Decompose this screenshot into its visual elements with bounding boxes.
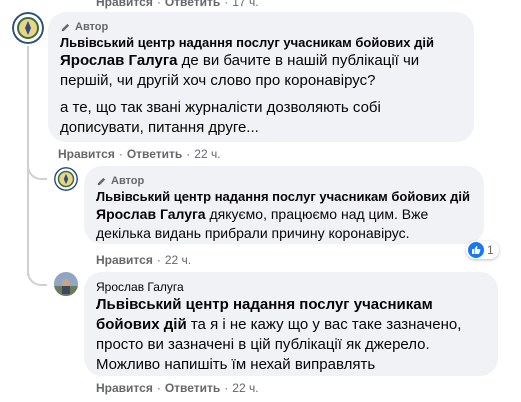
- comment-text: Ярослав Галуга де ви бачите в нашій публ…: [60, 52, 420, 89]
- user-avatar[interactable]: [54, 272, 78, 296]
- comment-author[interactable]: Львівський центр надання послуг учасника…: [96, 188, 472, 205]
- reply-bubble: Автор Львівський центр надання послуг уч…: [84, 166, 484, 244]
- like-button[interactable]: Нравится: [96, 252, 153, 268]
- reaction-count[interactable]: 1: [466, 241, 499, 259]
- separator: ·: [186, 147, 191, 161]
- comment-author[interactable]: Ярослав Галуга: [96, 280, 486, 295]
- thread-connector: [27, 266, 47, 286]
- separator: ·: [224, 381, 229, 395]
- thread-connector: [27, 160, 47, 180]
- page-avatar[interactable]: [12, 12, 44, 44]
- timestamp[interactable]: 22 ч.: [232, 380, 258, 396]
- separator: ·: [118, 147, 123, 161]
- comment-text-para2: а те, що так звані журналісти дозволяють…: [60, 99, 381, 136]
- author-badge: Автор: [60, 20, 462, 34]
- pencil-icon: [61, 23, 70, 31]
- like-button[interactable]: Нравится: [58, 146, 115, 162]
- page-logo-icon: [12, 12, 44, 44]
- comment-text: Львівський центр надання послуг учасника…: [96, 296, 462, 373]
- reply-button[interactable]: Ответить: [165, 0, 220, 10]
- top-partial-actions: Нравится · Ответить · 17 ч.: [96, 0, 259, 10]
- separator: ·: [156, 253, 161, 267]
- separator: ·: [156, 0, 161, 9]
- reply-button[interactable]: Ответить: [127, 146, 182, 162]
- reply-button[interactable]: Ответить: [165, 380, 220, 396]
- comment-bubble: Автор Львівський центр надання послуг уч…: [48, 12, 474, 142]
- reply-bubble: Ярослав Галуга Львівський центр надання …: [84, 272, 498, 376]
- like-reaction-icon: [468, 242, 484, 258]
- pencil-icon: [97, 177, 106, 185]
- separator: ·: [156, 381, 161, 395]
- comment-actions: Нравится · Ответить · 22 ч.: [96, 380, 259, 396]
- timestamp[interactable]: 22 ч.: [165, 252, 191, 268]
- timestamp[interactable]: 17 ч.: [232, 0, 258, 10]
- comment-actions: Нравится · 22 ч.: [96, 252, 191, 268]
- user-photo-icon: [54, 272, 78, 296]
- comment-text: Ярослав Галуга дякуємо, працюємо над цим…: [96, 206, 429, 241]
- page-logo-icon: [54, 167, 78, 191]
- timestamp[interactable]: 22 ч.: [194, 146, 220, 162]
- like-button[interactable]: Нравится: [96, 0, 153, 10]
- page-avatar[interactable]: [54, 167, 78, 191]
- author-badge: Автор: [96, 174, 472, 188]
- separator: ·: [224, 0, 229, 9]
- comment-author[interactable]: Львівський центр надання послуг учасника…: [60, 34, 462, 51]
- mention-link[interactable]: Ярослав Галуга: [96, 206, 206, 222]
- comment-actions: Нравится · Ответить · 22 ч.: [58, 146, 221, 162]
- mention-link[interactable]: Ярослав Галуга: [60, 52, 177, 69]
- like-button[interactable]: Нравится: [96, 380, 153, 396]
